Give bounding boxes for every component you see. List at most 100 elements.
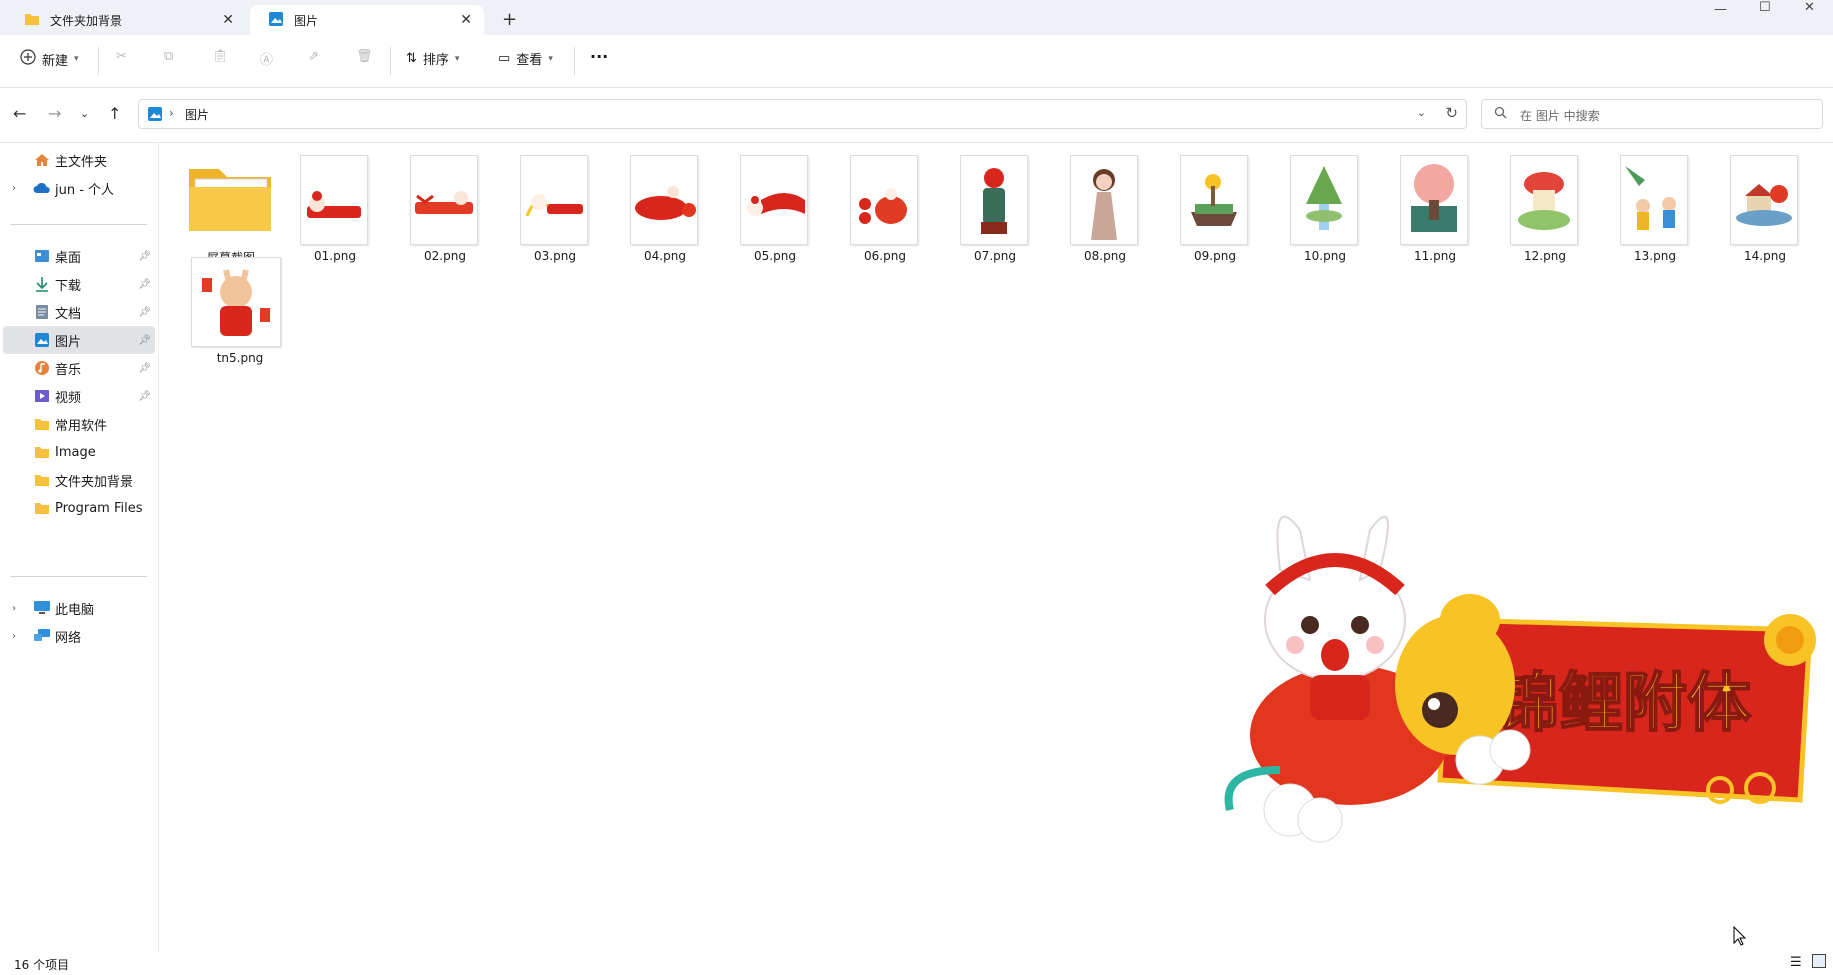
sidebar-item-music[interactable]: 音乐 📌︎: [3, 354, 155, 382]
file-item[interactable]: 13.png: [1600, 143, 1700, 263]
image-thumbnail: [300, 155, 368, 245]
file-item[interactable]: 04.png: [610, 143, 710, 263]
sort-button[interactable]: ⇅ 排序 ▾: [406, 49, 459, 68]
file-item[interactable]: 12.png: [1490, 143, 1590, 263]
file-item[interactable]: 07.png: [940, 143, 1040, 263]
sidebar-item-label: 文档: [55, 306, 82, 322]
cut-button[interactable]: ✂: [116, 49, 127, 64]
tab-folder-background[interactable]: 文件夹加背景 ✕: [6, 5, 246, 35]
preview-image: 锦鲤附体: [1190, 480, 1830, 860]
delete-button[interactable]: 🗑︎: [356, 49, 373, 64]
file-name: 14.png: [1744, 249, 1786, 263]
sidebar-item-label: 图片: [55, 334, 82, 350]
sidebar-item-network[interactable]: › 网络: [3, 622, 155, 650]
folder-icon: [24, 12, 40, 29]
pictures-icon: [147, 106, 163, 125]
close-window-icon[interactable]: ✕: [1804, 0, 1815, 15]
file-name: 03.png: [534, 249, 576, 263]
sidebar-item-label: Program Files: [55, 500, 143, 516]
chevron-right-icon[interactable]: ›: [12, 631, 16, 642]
sidebar-item-this-pc[interactable]: › 此电脑: [3, 594, 155, 622]
file-item[interactable]: 08.png: [1050, 143, 1150, 263]
sidebar-item-program-files[interactable]: Program Files: [3, 494, 155, 522]
file-name: 13.png: [1634, 249, 1676, 263]
chevron-right-icon[interactable]: ›: [12, 603, 16, 614]
file-item[interactable]: 09.png: [1160, 143, 1260, 263]
folder-icon: [33, 445, 51, 459]
download-icon: [33, 276, 51, 292]
sidebar-item-label: 此电脑: [55, 602, 95, 618]
tab-label: 图片: [294, 13, 319, 28]
chevron-down-icon[interactable]: ⌄: [1417, 106, 1426, 119]
more-options-button[interactable]: ···: [590, 47, 608, 66]
details-view-icon[interactable]: ☰: [1790, 955, 1802, 970]
recent-locations-icon[interactable]: ⌄: [80, 107, 89, 120]
pin-icon: 📌︎: [138, 362, 151, 374]
new-tab-icon[interactable]: +: [502, 9, 517, 30]
sidebar-item-documents[interactable]: 文档 📌︎: [3, 298, 155, 326]
file-name: tn5.png: [216, 351, 264, 365]
breadcrumb-current[interactable]: 图片: [185, 106, 209, 123]
chevron-right-icon[interactable]: ›: [12, 183, 16, 194]
file-item[interactable]: 10.png: [1270, 143, 1370, 263]
search-box[interactable]: 在 图片 中搜索: [1481, 99, 1823, 129]
close-tab-icon[interactable]: ✕: [460, 12, 472, 28]
file-item[interactable]: 06.png: [830, 143, 930, 263]
folder-item[interactable]: 屏幕截图: [181, 143, 281, 265]
minimize-icon[interactable]: —: [1714, 2, 1727, 17]
command-bar: 新建 ▾ ✂ ⧉ 📋︎ Ⓐ ⇗ 🗑︎ ⇅ 排序 ▾ ▭ 查看 ▾ ···: [0, 35, 1833, 88]
document-icon: [33, 304, 51, 320]
view-label: 查看: [516, 53, 543, 68]
copy-button[interactable]: ⧉: [164, 49, 173, 64]
computer-icon: [33, 600, 51, 616]
sidebar-item-common-software[interactable]: 常用软件: [3, 410, 155, 438]
file-item[interactable]: tn5.png: [170, 245, 281, 365]
up-arrow-icon[interactable]: ↑: [108, 104, 121, 123]
refresh-icon[interactable]: ↻: [1445, 104, 1458, 122]
pin-icon: 📌︎: [138, 250, 151, 262]
file-name: 05.png: [754, 249, 796, 263]
sidebar-item-home[interactable]: 主文件夹: [3, 146, 155, 174]
image-thumbnail: [1180, 155, 1248, 245]
chevron-down-icon: ▾: [454, 53, 460, 64]
tab-pictures[interactable]: 图片 ✕: [250, 5, 484, 35]
file-item[interactable]: 02.png: [390, 143, 490, 263]
chevron-down-icon: ▾: [548, 53, 553, 64]
file-name: 12.png: [1524, 249, 1566, 263]
share-button[interactable]: ⇗: [308, 49, 319, 64]
paste-button[interactable]: 📋︎: [212, 49, 229, 64]
file-item[interactable]: 01.png: [280, 143, 380, 263]
forward-arrow-icon[interactable]: →: [48, 104, 61, 123]
address-bar[interactable]: › 图片 ⌄ ↻: [138, 99, 1467, 129]
file-item[interactable]: 11.png: [1380, 143, 1480, 263]
file-item[interactable]: 03.png: [500, 143, 600, 263]
file-name: 09.png: [1194, 249, 1236, 263]
network-icon: [33, 628, 51, 644]
large-icons-view-icon[interactable]: [1812, 954, 1826, 968]
sidebar-item-image[interactable]: Image: [3, 438, 155, 466]
sidebar-item-desktop[interactable]: 桌面 📌︎: [3, 242, 155, 270]
pin-icon: 📌︎: [138, 390, 151, 402]
tab-label: 文件夹加背景: [50, 13, 123, 28]
sidebar-item-onedrive[interactable]: › jun - 个人: [3, 174, 155, 202]
banner-text: 锦鲤附体: [1495, 667, 1751, 741]
close-tab-icon[interactable]: ✕: [222, 12, 234, 28]
sidebar-item-folder-background[interactable]: 文件夹加背景: [3, 466, 155, 494]
sidebar-item-label: 文件夹加背景: [55, 474, 134, 490]
rename-button[interactable]: Ⓐ: [260, 49, 273, 68]
sidebar-item-pictures[interactable]: 图片 📌︎: [3, 326, 155, 354]
cloud-icon: [33, 182, 51, 194]
chevron-down-icon: ▾: [74, 54, 79, 64]
sidebar-item-videos[interactable]: 视频 📌︎: [3, 382, 155, 410]
delete-icon: 🗑︎: [356, 49, 373, 64]
file-item[interactable]: 05.png: [720, 143, 820, 263]
back-arrow-icon[interactable]: ←: [13, 104, 26, 123]
view-button[interactable]: ▭ 查看 ▾: [498, 49, 553, 68]
sidebar-item-label: 常用软件: [55, 418, 108, 434]
sidebar-item-downloads[interactable]: 下载 📌︎: [3, 270, 155, 298]
maximize-icon[interactable]: ☐: [1759, 0, 1771, 15]
desktop-icon: [33, 249, 51, 263]
file-item[interactable]: 14.png: [1710, 143, 1810, 263]
new-button[interactable]: 新建 ▾: [20, 49, 79, 69]
pin-icon: 📌︎: [138, 334, 151, 346]
